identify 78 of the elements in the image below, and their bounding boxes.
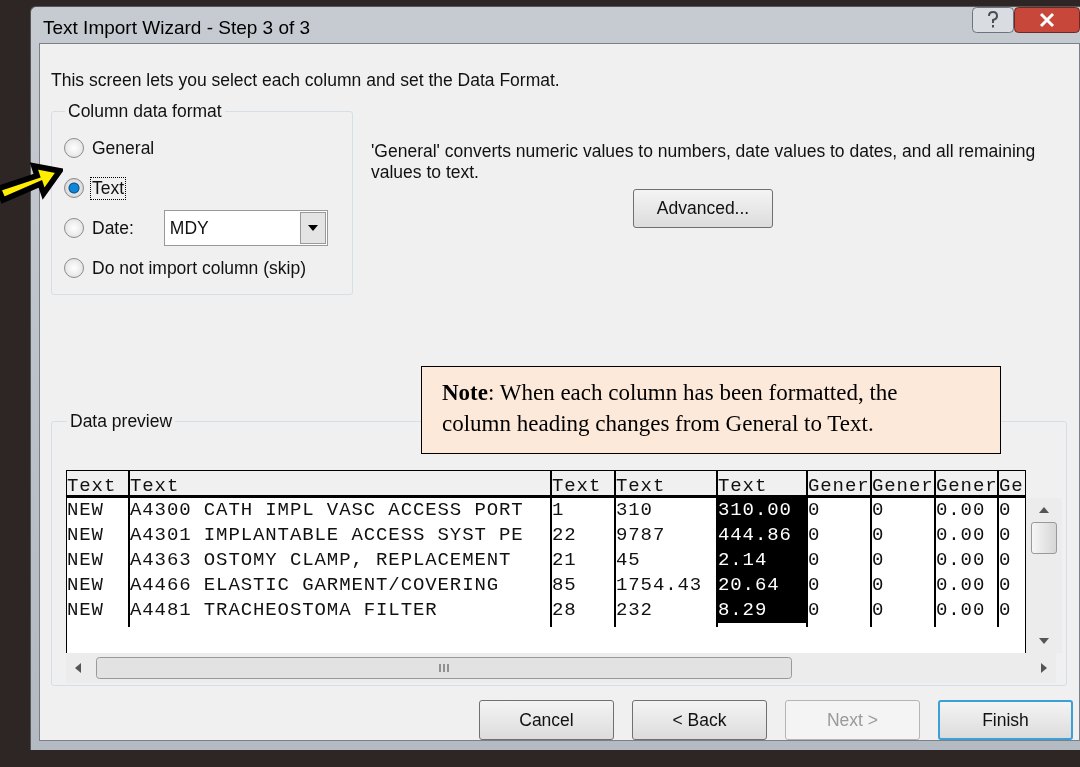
table-cell: A4301 IMPLANTABLE ACCESS SYST PE xyxy=(130,523,552,548)
window-title: Text Import Wizard - Step 3 of 3 xyxy=(42,17,311,39)
scroll-right-icon[interactable] xyxy=(1040,662,1048,674)
column-heading[interactable]: Text xyxy=(130,471,552,495)
scroll-thumb[interactable] xyxy=(96,657,792,679)
table-cell: A4481 TRACHEOSTOMA FILTER xyxy=(130,598,552,623)
table-cell: 0 xyxy=(872,573,936,598)
intro-text: This screen lets you select each column and set the Data Format. xyxy=(51,70,561,91)
column-heading[interactable]: Gener xyxy=(872,471,936,495)
dialog-button[interactable]: Finish xyxy=(938,700,1073,740)
group-title: Column data format xyxy=(67,101,223,122)
table-cell: 0 xyxy=(808,523,872,548)
column-heading[interactable]: Text xyxy=(616,471,718,495)
table-cell: A4300 CATH IMPL VASC ACCESS PORT xyxy=(130,498,552,523)
column-heading[interactable]: Ge xyxy=(999,471,1025,495)
scroll-thumb[interactable] xyxy=(1031,522,1057,554)
scroll-left-icon[interactable] xyxy=(74,662,82,674)
table-cell: 310.00 xyxy=(718,498,808,523)
table-cell: A4363 OSTOMY CLAMP, REPLACEMENT xyxy=(130,548,552,573)
table-cell: NEW xyxy=(67,523,130,548)
column-heading[interactable]: Text xyxy=(67,471,130,495)
table-cell: NEW xyxy=(67,548,130,573)
radio-label[interactable]: General xyxy=(90,136,157,160)
table-cell: 444.86 xyxy=(718,523,808,548)
scroll-down-icon[interactable] xyxy=(1038,637,1050,645)
table-cell: 20.64 xyxy=(718,573,808,598)
help-icon[interactable] xyxy=(972,7,1014,33)
group-title: Data preview xyxy=(69,411,174,432)
table-cell: 0.00 xyxy=(936,498,999,523)
table-cell: 8.29 xyxy=(718,598,808,623)
close-icon[interactable] xyxy=(1014,7,1080,33)
table-cell-text: 0 xyxy=(999,523,1013,548)
table-cell-text: 0 xyxy=(999,548,1013,573)
table-cell-text: 0 xyxy=(999,498,1013,523)
table-cell: NEW xyxy=(67,598,130,623)
table-cell: 0 xyxy=(808,498,872,523)
table-cell: 0 xyxy=(808,573,872,598)
table-cell-text: 0 xyxy=(999,598,1013,623)
table-cell: 0.00 xyxy=(936,523,999,548)
radio-button[interactable] xyxy=(64,138,84,158)
note-callout: Note: When each column has been formatted, the column heading changes from General to Text. xyxy=(421,366,1001,455)
column-heading[interactable]: Gener xyxy=(936,471,999,495)
table-cell: 0 xyxy=(872,498,936,523)
table-cell: NEW xyxy=(67,573,130,598)
table-cell: 22 xyxy=(552,523,616,548)
table-cell: 0 xyxy=(872,548,936,573)
description-text: 'General' converts numeric values to numbers, date values to dates, and all remaining values to text. xyxy=(371,141,1036,183)
table-cell: 0.00 xyxy=(936,548,999,573)
column-heading[interactable]: Text xyxy=(552,471,616,495)
scroll-up-icon[interactable] xyxy=(1038,506,1050,514)
table-cell: 0.00 xyxy=(936,573,999,598)
radio-label[interactable]: Do not import column (skip) xyxy=(90,256,308,280)
date-format-dropdown[interactable]: MDY xyxy=(163,210,328,246)
table-cell: NEW xyxy=(67,498,130,523)
column-heading[interactable]: Text xyxy=(718,471,808,495)
radio-label[interactable]: Date: xyxy=(90,216,136,240)
column-heading[interactable]: Gener xyxy=(808,471,872,495)
table-cell: 2.14 xyxy=(718,548,808,573)
radio-button[interactable] xyxy=(64,258,84,278)
table-cell: 85 xyxy=(552,573,616,598)
table-cell: 1 xyxy=(552,498,616,523)
radio-label[interactable]: Text xyxy=(90,176,127,200)
table-cell: 0.00 xyxy=(936,598,999,623)
table-cell-text: 0 xyxy=(999,573,1013,598)
table-cell: 28 xyxy=(552,598,616,623)
vertical-scrollbar[interactable] xyxy=(1026,498,1062,653)
advanced-button[interactable]: Advanced... xyxy=(633,189,773,228)
horizontal-scrollbar[interactable] xyxy=(66,653,1056,683)
table-cell: 0 xyxy=(872,598,936,623)
table-cell: 0 xyxy=(808,598,872,623)
radio-button[interactable] xyxy=(64,218,84,238)
radio-button[interactable] xyxy=(64,178,84,198)
table-cell: A4466 ELASTIC GARMENT/COVERING xyxy=(130,573,552,598)
table-cell: 0 xyxy=(872,523,936,548)
table-cell: 21 xyxy=(552,548,616,573)
table-cell: 0 xyxy=(808,548,872,573)
dialog-button[interactable]: < Back xyxy=(632,700,767,740)
dialog-button[interactable]: Cancel xyxy=(479,700,614,740)
